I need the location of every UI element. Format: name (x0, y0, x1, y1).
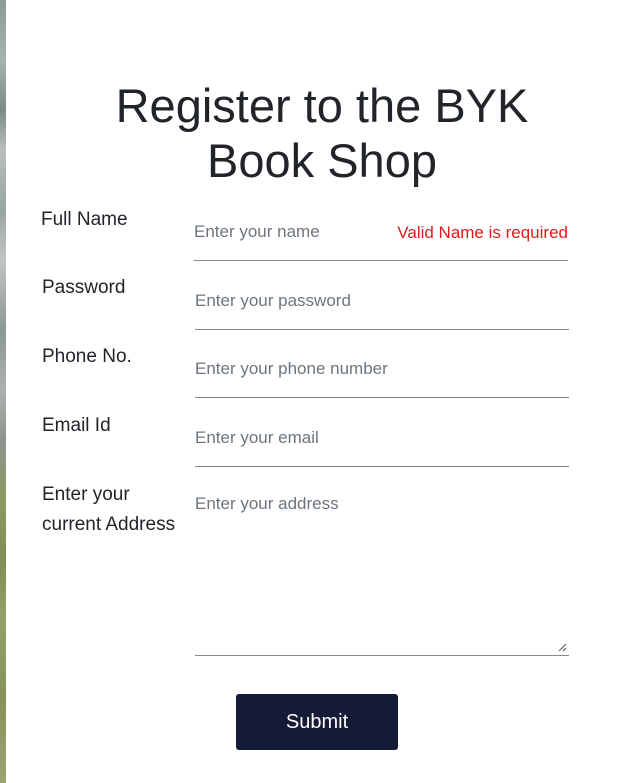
resize-handle-icon[interactable] (557, 642, 567, 652)
address-textarea[interactable]: Enter your address (195, 486, 569, 656)
phone-input[interactable]: Enter your phone number (195, 347, 569, 398)
password-placeholder: Enter your password (195, 291, 351, 310)
title-line-1: Register to the BYK (115, 79, 529, 132)
title-line-2: Book Shop (207, 134, 437, 187)
full-name-label: Full Name (41, 209, 128, 230)
phone-placeholder: Enter your phone number (195, 359, 388, 378)
phone-label: Phone No. (42, 346, 132, 367)
email-input[interactable]: Enter your email (195, 416, 569, 467)
page-title: Register to the BYK Book Shop (6, 78, 626, 188)
register-card: Register to the BYK Book Shop Full Name … (6, 0, 626, 783)
address-label-line-1: Enter your (42, 484, 130, 505)
password-label: Password (42, 277, 126, 298)
submit-button[interactable]: Submit (236, 694, 398, 750)
full-name-input[interactable]: Enter your name Valid Name is required (194, 210, 568, 261)
address-label: Enter your current Address (42, 480, 175, 540)
page: Register to the BYK Book Shop Full Name … (0, 0, 626, 783)
address-label-line-2: current Address (42, 514, 176, 535)
address-placeholder: Enter your address (195, 494, 339, 513)
full-name-error: Valid Name is required (397, 223, 568, 242)
full-name-placeholder: Enter your name (194, 222, 320, 241)
email-label: Email Id (42, 415, 111, 436)
email-placeholder: Enter your email (195, 428, 319, 447)
password-input[interactable]: Enter your password (195, 279, 569, 330)
